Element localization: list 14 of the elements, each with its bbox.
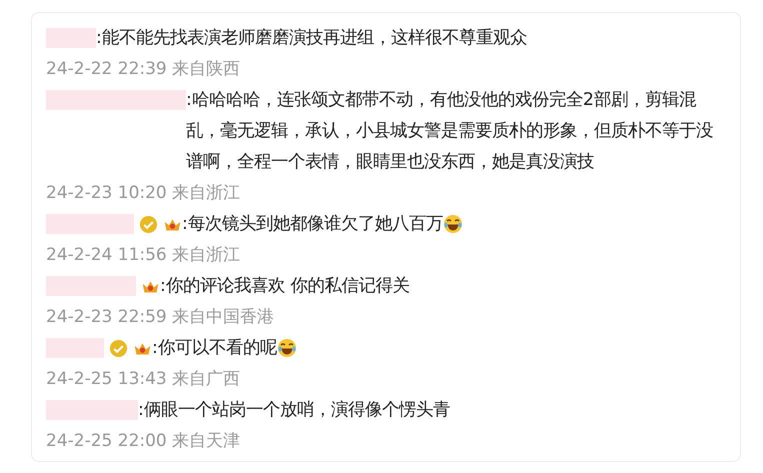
comment-text: :每次镜头到她都像谁欠了她八百万 — [182, 213, 443, 236]
comment-text: :你的评论我喜欢 你的私信记得关 — [160, 275, 410, 298]
comment-text: :俩眼一个站岗一个放哨，演得像个愣头青 — [138, 399, 450, 422]
comment-meta: 24-2-23 22:59 来自中国香港 — [46, 306, 276, 329]
comment-meta: 24-2-25 22:00 来自天津 — [46, 430, 242, 453]
comment-text: :你可以不看的呢 — [152, 337, 277, 360]
comment-meta: 24-2-24 11:56 来自浙江 — [46, 244, 242, 267]
comment-meta: 24-2-23 10:20 来自浙江 — [46, 182, 242, 205]
redacted-username — [46, 338, 104, 358]
comment-text: :能不能先找表演老师磨磨演技再进组，这样很不尊重观众 — [96, 27, 527, 50]
comment-meta: 24-2-25 13:43 来自广西 — [46, 368, 242, 391]
redacted-username — [46, 28, 96, 48]
comment-text: :哈哈哈哈，连张颂文都带不动，有他没他的戏份完全2部剧，剪辑混乱，毫无逻辑，承认，小县城女警是需要质朴的形象，但质朴不等于没谱啊，全程一个表情，眼睛里也没东西，她是真没演技 — [186, 89, 714, 174]
comment-meta: 24-2-22 22:39 来自陕西 — [46, 58, 242, 81]
